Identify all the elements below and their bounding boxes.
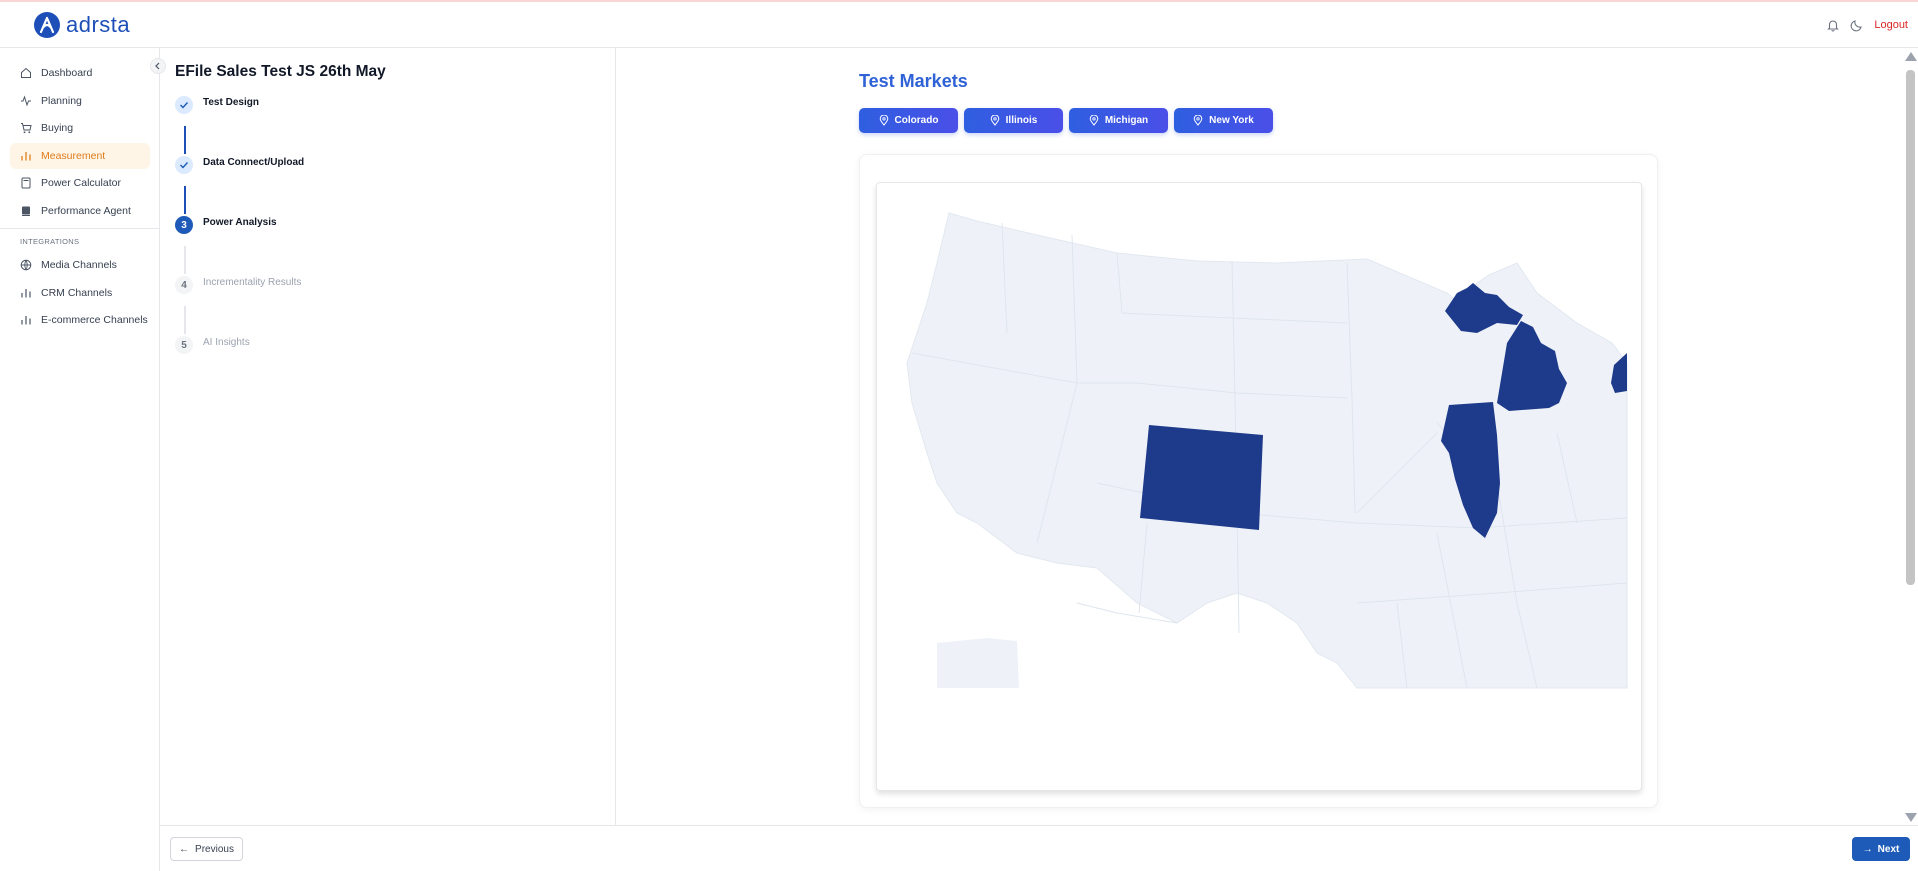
top-bar: adrsta Logout (0, 0, 1918, 48)
logo-icon (34, 12, 60, 38)
step-data-connect[interactable]: Data Connect/Upload (175, 156, 304, 174)
step-power-analysis[interactable]: 3 Power Analysis (175, 216, 277, 234)
agent-icon (20, 205, 32, 217)
sidebar-item-dashboard[interactable]: Dashboard (10, 60, 150, 86)
sidebar-item-label: Measurement (41, 149, 106, 162)
previous-button[interactable]: ← Previous (170, 837, 243, 861)
map-card (876, 182, 1642, 791)
globe-icon (20, 259, 32, 271)
step-connector (184, 246, 186, 274)
calculator-icon (20, 177, 32, 189)
stepper-panel: EFile Sales Test JS 26th May Test Design… (161, 48, 616, 825)
sidebar-item-label: E-commerce Channels (41, 314, 148, 327)
step-ai-insights[interactable]: 5 AI Insights (175, 336, 250, 354)
market-chip-label: Colorado (894, 115, 939, 126)
step-connector (184, 306, 186, 334)
sidebar-item-label: Performance Agent (41, 204, 131, 217)
step-number: 4 (175, 276, 193, 294)
step-label: Power Analysis (203, 217, 277, 228)
sidebar-item-measurement[interactable]: Measurement (10, 142, 150, 169)
sidebar-item-planning[interactable]: Planning (10, 88, 150, 114)
sidebar-item-label: Power Calculator (41, 177, 121, 190)
step-number: 3 (175, 216, 193, 234)
bar-chart-icon (20, 287, 32, 299)
sidebar-divider (0, 227, 160, 229)
sidebar-item-media-channels[interactable]: Media Channels (10, 252, 150, 278)
arrow-right-icon: → (1862, 843, 1873, 855)
state-colorado[interactable] (1140, 425, 1263, 530)
check-icon (175, 156, 193, 174)
sidebar-nav: Dashboard Planning Buying Measurement Po… (0, 60, 160, 335)
bar-chart-icon (20, 314, 32, 326)
map-pin-icon (1193, 115, 1203, 126)
next-button[interactable]: → Next (1852, 837, 1910, 861)
page-title: Test Markets (859, 71, 968, 91)
test-title: EFile Sales Test JS 26th May (175, 63, 386, 80)
sidebar-item-label: Dashboard (41, 67, 93, 79)
moon-icon[interactable] (1850, 18, 1864, 32)
brand-name: adrsta (66, 12, 131, 37)
alaska-shape (937, 638, 1019, 688)
scroll-down-arrow-icon[interactable] (1905, 813, 1917, 822)
scroll-up-arrow-icon[interactable] (1905, 52, 1917, 61)
sidebar-item-label: CRM Channels (41, 286, 113, 299)
logout-link[interactable]: Logout (1874, 19, 1908, 31)
sidebar-item-power-calculator[interactable]: Power Calculator (10, 170, 150, 196)
map-pin-icon (990, 115, 999, 126)
sidebar-item-performance-agent[interactable]: Performance Agent (10, 198, 150, 224)
step-connector (184, 186, 186, 214)
vertical-scrollbar[interactable] (1904, 52, 1917, 822)
step-incrementality-results[interactable]: 4 Incrementality Results (175, 276, 301, 294)
activity-icon (20, 95, 32, 107)
cart-icon (20, 122, 32, 134)
sidebar-section-label: INTEGRATIONS (20, 236, 80, 246)
scroll-thumb[interactable] (1906, 70, 1915, 585)
step-number: 5 (175, 336, 193, 354)
step-connector (184, 126, 186, 154)
market-chip-label: Michigan (1104, 115, 1149, 126)
market-chip-michigan[interactable]: Michigan (1069, 108, 1168, 133)
sidebar-collapse-button[interactable] (150, 58, 166, 74)
step-label: Data Connect/Upload (203, 157, 305, 168)
chevron-left-icon (154, 57, 162, 75)
map-pin-icon (1089, 115, 1099, 126)
sidebar: Dashboard Planning Buying Measurement Po… (0, 48, 160, 871)
market-chip-label: Illinois (1005, 115, 1038, 126)
home-icon (20, 67, 32, 79)
bell-icon[interactable] (1826, 18, 1840, 32)
sidebar-item-label: Planning (41, 94, 82, 107)
step-label: AI Insights (203, 337, 250, 348)
sidebar-item-buying[interactable]: Buying (10, 115, 150, 141)
sidebar-item-label: Media Channels (41, 258, 117, 271)
previous-button-label: Previous (195, 843, 234, 855)
step-label: Test Design (203, 97, 259, 108)
market-chip-colorado[interactable]: Colorado (859, 108, 958, 133)
step-test-design[interactable]: Test Design (175, 96, 259, 114)
bar-chart-icon (20, 150, 32, 162)
sidebar-item-crm-channels[interactable]: CRM Channels (10, 280, 150, 306)
market-chip-label: New York (1209, 115, 1254, 126)
footer-bar: ← Previous → Next (160, 825, 1918, 871)
arrow-left-icon: ← (179, 843, 190, 855)
market-chip-illinois[interactable]: Illinois (964, 108, 1063, 133)
sidebar-item-ecommerce-channels[interactable]: E-commerce Channels (10, 307, 150, 333)
sidebar-item-label: Buying (41, 122, 74, 135)
us-map[interactable] (877, 183, 1642, 791)
brand-logo[interactable]: adrsta (34, 12, 130, 38)
check-icon (175, 96, 193, 114)
market-chip-new-york[interactable]: New York (1174, 108, 1273, 133)
next-button-label: Next (1877, 843, 1900, 855)
market-chips: Colorado Illinois Michigan New York (859, 108, 1273, 133)
map-pin-icon (879, 115, 888, 126)
us-landmass (906, 212, 1628, 689)
step-label: Incrementality Results (203, 277, 302, 288)
